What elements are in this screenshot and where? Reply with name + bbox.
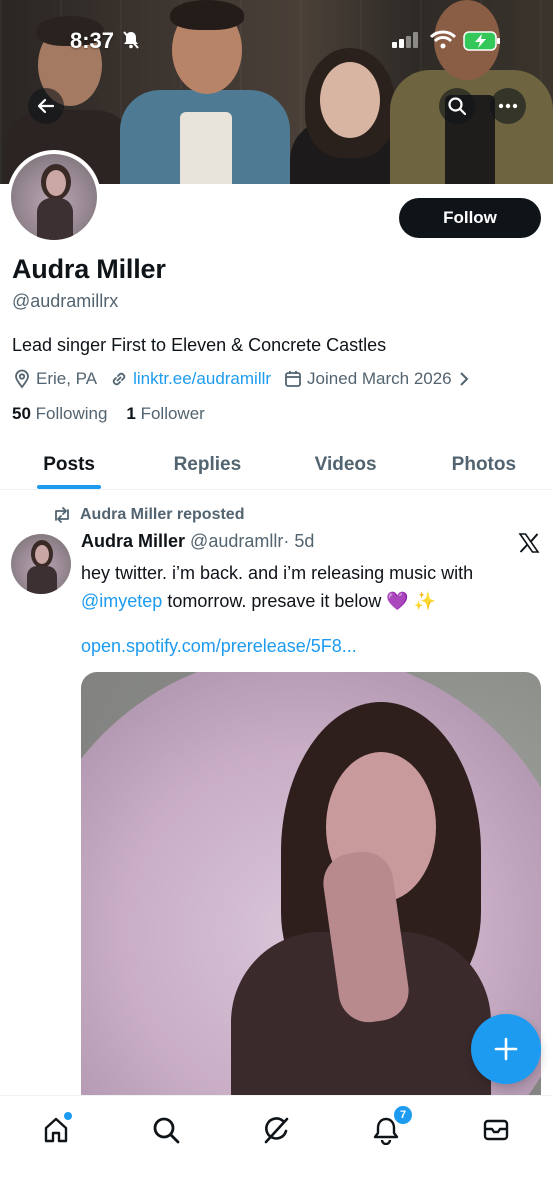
follow-button[interactable]: Follow	[399, 198, 541, 238]
link-icon	[112, 372, 126, 386]
search-icon	[448, 97, 467, 116]
post-text-part-1: hey twitter. i’m back. and i’m releasing…	[81, 563, 474, 583]
x-logo-icon	[517, 531, 541, 560]
status-bar: 8:37	[0, 26, 553, 56]
tab-label: Photos	[451, 453, 517, 475]
post-text-part-2: tomorrow. presave it below 💜 ✨	[167, 591, 437, 611]
joined-text: Joined March 2026	[307, 369, 452, 388]
profile-tabs: Posts Replies Videos Photos	[0, 440, 553, 490]
more-dots-icon	[498, 103, 518, 109]
bottom-navigation: 7	[0, 1095, 553, 1200]
tab-label: Posts	[43, 453, 95, 475]
profile-website[interactable]: linktr.ee/audramillr	[109, 369, 271, 389]
nav-messages[interactable]	[478, 1112, 514, 1148]
tab-photos[interactable]: Photos	[415, 440, 553, 489]
silent-bell-icon	[121, 30, 141, 55]
followers-count: 1	[126, 404, 136, 423]
tab-replies[interactable]: Replies	[138, 440, 276, 489]
location-pin-icon	[15, 369, 29, 389]
repost-label: Audra Miller reposted	[80, 506, 245, 523]
post-header: Audra Miller @audramllr· 5d	[81, 531, 314, 552]
nav-notifications[interactable]: 7	[368, 1106, 412, 1148]
tab-posts[interactable]: Posts	[0, 440, 138, 489]
home-unread-dot	[64, 1112, 72, 1120]
wifi-icon	[429, 30, 457, 55]
active-tab-indicator	[37, 485, 102, 489]
search-icon	[153, 1117, 180, 1144]
status-time: 8:37	[70, 28, 115, 53]
nav-grok[interactable]	[258, 1112, 294, 1148]
profile-name: Audra Miller	[12, 254, 166, 284]
nav-search[interactable]	[148, 1112, 184, 1148]
post-link[interactable]: open.spotify.com/prerelease/5F8...	[81, 636, 357, 657]
repost-icon	[55, 507, 69, 523]
mail-icon	[483, 1119, 509, 1141]
follow-counts: 50 Following 1 Follower	[12, 404, 205, 424]
post-author-handle[interactable]: @audramllr	[190, 531, 283, 551]
plus-icon	[494, 1037, 518, 1061]
compose-post-button[interactable]	[471, 1014, 541, 1084]
tab-label: Replies	[173, 453, 242, 475]
post-text: hey twitter. i’m back. and i’m releasing…	[81, 559, 541, 615]
grok-icon	[264, 1117, 289, 1144]
followers-link[interactable]: 1 Follower	[126, 404, 204, 423]
followers-label: Follower	[140, 404, 205, 423]
profile-banner[interactable]: 8:37	[0, 0, 553, 184]
post-author-avatar[interactable]	[11, 534, 71, 594]
profile-avatar[interactable]	[7, 150, 101, 244]
avatar-image	[11, 154, 97, 240]
profile-bio: Lead singer First to Eleven & Concrete C…	[12, 335, 387, 355]
profile-location: Erie, PA	[12, 369, 97, 389]
signal-icon	[392, 32, 418, 53]
post-mention[interactable]: @imyetep	[81, 591, 162, 611]
search-button[interactable]	[439, 88, 475, 124]
post-time: · 5d	[283, 531, 315, 551]
arrow-left-icon	[37, 98, 55, 114]
following-link[interactable]: 50 Following	[12, 404, 107, 423]
profile-meta: Erie, PA linktr.ee/audramillr Joined Mar…	[12, 367, 486, 391]
tab-label: Videos	[314, 453, 377, 475]
calendar-icon	[285, 371, 301, 387]
website-link[interactable]: linktr.ee/audramillr	[133, 369, 271, 389]
location-text: Erie, PA	[36, 369, 98, 388]
more-options-button[interactable]	[490, 88, 526, 124]
post-author-name[interactable]: Audra Miller	[81, 531, 185, 551]
profile-joined[interactable]: Joined March 2026	[283, 369, 474, 389]
tab-videos[interactable]: Videos	[277, 440, 415, 489]
following-count: 50	[12, 404, 31, 423]
repost-indicator[interactable]: Audra Miller reposted	[52, 506, 244, 524]
back-button[interactable]	[28, 88, 64, 124]
profile-handle: @audramillrx	[12, 291, 119, 311]
battery-icon	[463, 31, 501, 56]
nav-home[interactable]	[38, 1112, 74, 1148]
chevron-right-icon	[459, 372, 469, 386]
notifications-badge: 7	[394, 1106, 412, 1124]
following-label: Following	[35, 404, 108, 423]
